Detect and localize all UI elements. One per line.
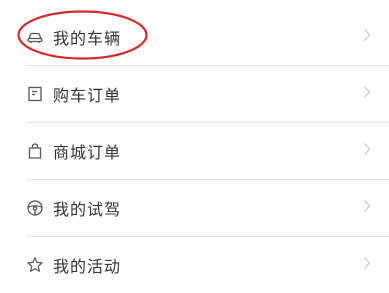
- shopping-bag-icon: [26, 142, 44, 160]
- chevron-right-icon: [363, 198, 371, 217]
- menu-item-label: 我的活动: [53, 256, 122, 276]
- chevron-right-icon: [363, 141, 371, 160]
- menu-item-mall-orders[interactable]: 商城订单: [0, 122, 389, 179]
- order-document-icon: [26, 85, 44, 103]
- chevron-right-icon: [363, 84, 371, 103]
- chevron-right-icon: [363, 27, 371, 46]
- menu-item-label: 我的车辆: [53, 28, 122, 48]
- menu-item-my-test-drives[interactable]: 我的试驾: [0, 179, 389, 236]
- menu-item-car-orders[interactable]: 购车订单: [0, 65, 389, 122]
- steering-wheel-icon: [26, 199, 44, 217]
- menu-item-my-vehicles[interactable]: 我的车辆: [0, 8, 389, 65]
- menu-item-label: 购车订单: [53, 85, 122, 105]
- menu-item-my-events[interactable]: 我的活动: [0, 236, 389, 293]
- chevron-right-icon: [363, 255, 371, 274]
- menu-item-label: 我的试驾: [53, 199, 122, 219]
- menu-item-label: 商城订单: [53, 142, 122, 162]
- car-icon: [26, 28, 44, 46]
- star-icon: [26, 256, 44, 274]
